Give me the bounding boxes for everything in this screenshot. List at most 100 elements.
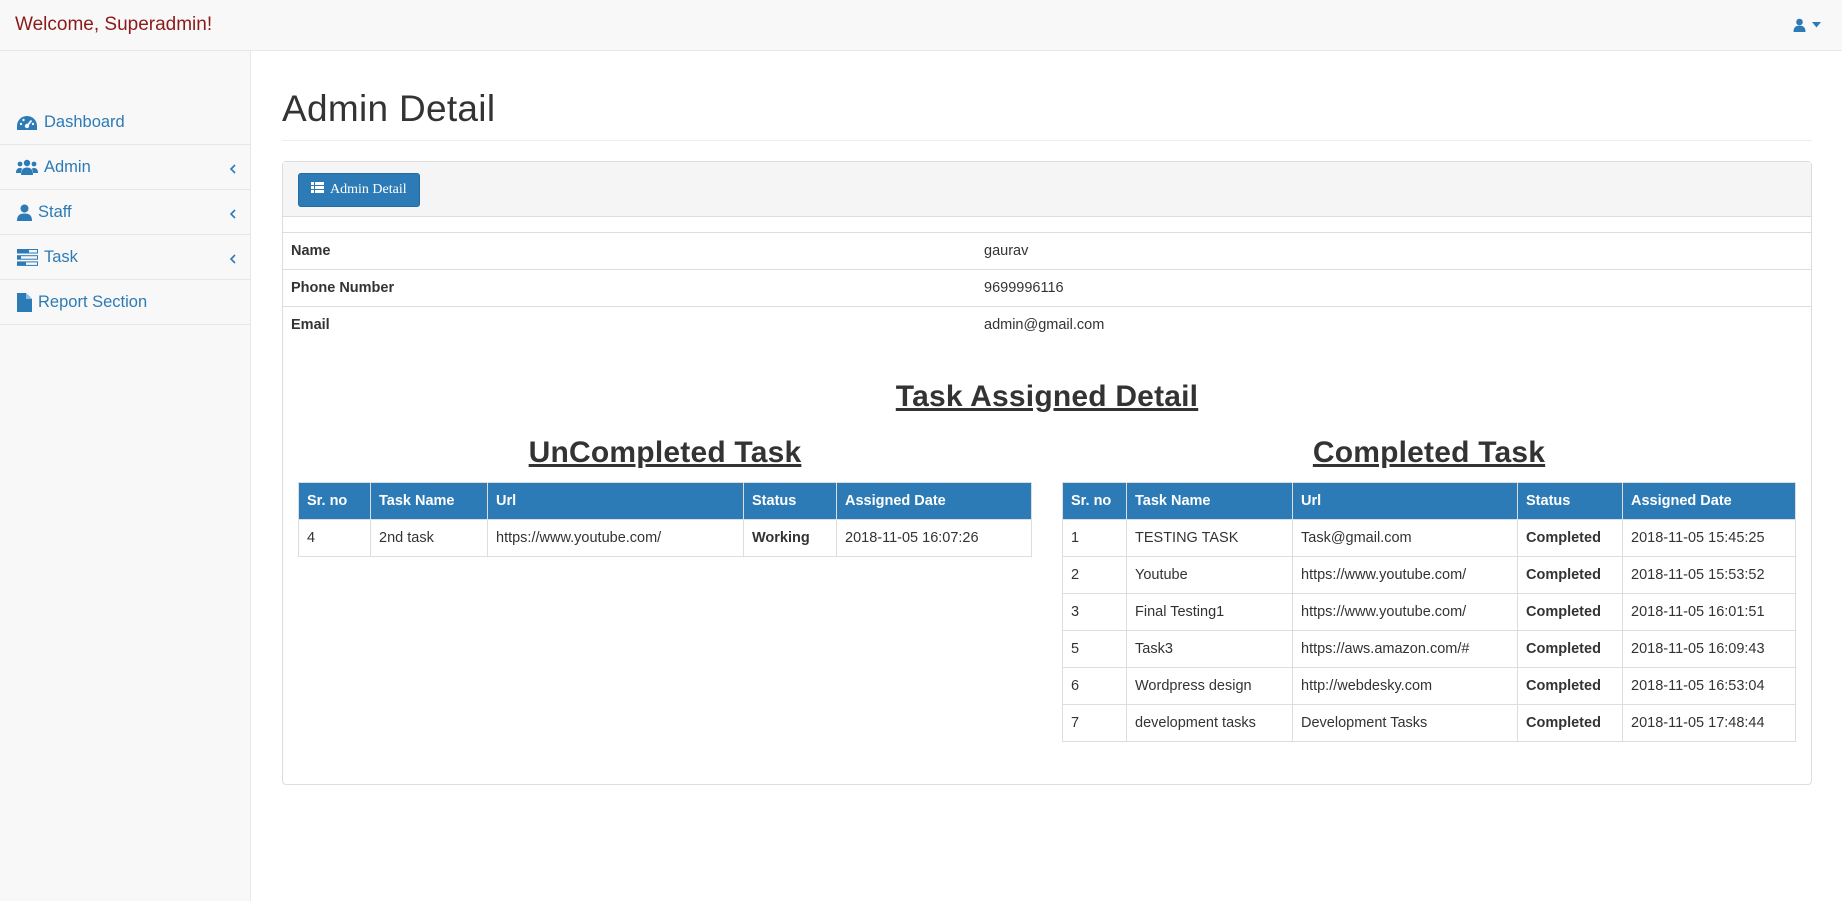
table-row: 3 Final Testing1 https://www.youtube.com… [1062,592,1796,631]
column-header: Assigned Date [836,481,1032,520]
sidebar-item-report-section[interactable]: Report Section [0,280,250,325]
cell-status: Completed [1517,592,1623,631]
main-content: Admin Detail Admin Detail Name gaurav Ph… [282,51,1812,785]
column-header: Status [743,481,837,520]
sidebar: Dashboard Admin Staff Task Report Sectio… [0,51,251,901]
chevron-left-icon [229,160,236,179]
cell-sr-no: 4 [298,518,371,557]
users-icon [15,159,39,175]
admin-detail-panel: Admin Detail Name gaurav Phone Number 96… [282,161,1812,785]
table-row: Phone Number 9699996116 [283,269,1811,307]
cell-status: Completed [1517,629,1623,668]
completed-column: Completed Task Sr. no Task Name Url Stat… [1062,436,1796,742]
cell-status: Completed [1517,555,1623,594]
task-assigned-title: Task Assigned Detail [895,379,1199,413]
task-columns: UnCompleted Task Sr. no Task Name Url St… [283,436,1811,742]
cell-task-name: TESTING TASK [1126,518,1293,557]
table-row: 2 Youtube https://www.youtube.com/ Compl… [1062,555,1796,594]
admin-detail-button[interactable]: Admin Detail [298,173,420,207]
sidebar-item-task[interactable]: Task [0,235,250,280]
table-row: 5 Task3 https://aws.amazon.com/# Complet… [1062,629,1796,668]
info-value: gaurav [976,232,1811,270]
cell-assigned-date: 2018-11-05 16:01:51 [1622,592,1796,631]
cell-assigned-date: 2018-11-05 15:45:25 [1622,518,1796,557]
column-header: Sr. no [298,481,371,520]
file-icon [15,292,33,312]
cell-task-name: Wordpress design [1126,666,1293,705]
cell-task-name: 2nd task [370,518,488,557]
table-row: 4 2nd task https://www.youtube.com/ Work… [298,518,1032,557]
sidebar-item-admin[interactable]: Admin [0,145,250,190]
uncompleted-table: Sr. no Task Name Url Status Assigned Dat… [298,481,1032,557]
table-row: Name gaurav [283,232,1811,270]
column-header: Url [1292,481,1518,520]
sidebar-item-label: Staff [38,202,72,221]
cell-assigned-date: 2018-11-05 17:48:44 [1622,703,1796,742]
cell-status: Completed [1517,666,1623,705]
table-row: Email admin@gmail.com [283,306,1811,344]
table-header-row: Sr. no Task Name Url Status Assigned Dat… [298,481,1032,520]
completed-title: Completed Task [1312,435,1546,469]
cell-sr-no: 3 [1062,592,1127,631]
cell-url: https://aws.amazon.com/# [1292,629,1518,668]
admin-info-table: Name gaurav Phone Number 9699996116 Emai… [283,232,1811,344]
cell-status: Working [743,518,837,557]
caret-down-icon [1812,22,1821,28]
chevron-left-icon [229,205,236,224]
cell-url: http://webdesky.com [1292,666,1518,705]
page-header: Admin Detail [282,88,1812,141]
sidebar-item-label: Admin [44,157,91,176]
info-value: 9699996116 [976,269,1811,307]
completed-table: Sr. no Task Name Url Status Assigned Dat… [1062,481,1796,742]
info-value: admin@gmail.com [976,306,1811,344]
tasks-icon [15,248,39,266]
sidebar-item-label: Task [44,247,78,266]
cell-task-name: development tasks [1126,703,1293,742]
table-header-row: Sr. no Task Name Url Status Assigned Dat… [1062,481,1796,520]
table-row: 6 Wordpress design http://webdesky.com C… [1062,666,1796,705]
top-navbar: Welcome, Superadmin! [0,0,1842,51]
page-title: Admin Detail [282,88,496,129]
cell-url: Development Tasks [1292,703,1518,742]
dashboard-icon [15,115,39,131]
cell-url: https://www.youtube.com/ [1292,555,1518,594]
cell-status: Completed [1517,518,1623,557]
cell-task-name: Task3 [1126,629,1293,668]
cell-assigned-date: 2018-11-05 16:09:43 [1622,629,1796,668]
uncompleted-column: UnCompleted Task Sr. no Task Name Url St… [298,436,1032,742]
cell-sr-no: 5 [1062,629,1127,668]
column-header: Status [1517,481,1623,520]
sidebar-item-label: Report Section [38,292,148,311]
info-key: Email [283,306,976,344]
column-header: Url [487,481,744,520]
cell-task-name: Final Testing1 [1126,592,1293,631]
cell-sr-no: 1 [1062,518,1127,557]
column-header: Task Name [1126,481,1293,520]
cell-assigned-date: 2018-11-05 15:53:52 [1622,555,1796,594]
chevron-left-icon [229,250,236,269]
cell-sr-no: 7 [1062,703,1127,742]
sidebar-item-label: Dashboard [44,113,125,131]
welcome-text: Welcome, Superadmin! [15,14,213,35]
admin-detail-button-label: Admin Detail [330,182,407,197]
sidebar-item-staff[interactable]: Staff [0,190,250,235]
user-icon [1793,18,1806,32]
cell-assigned-date: 2018-11-05 16:53:04 [1622,666,1796,705]
cell-task-name: Youtube [1126,555,1293,594]
panel-heading: Admin Detail [283,162,1811,217]
cell-url: https://www.youtube.com/ [1292,592,1518,631]
cell-assigned-date: 2018-11-05 16:07:26 [836,518,1032,557]
user-menu-toggle[interactable] [1793,18,1821,32]
uncompleted-title: UnCompleted Task [528,435,802,469]
table-row: 1 TESTING TASK Task@gmail.com Completed … [1062,518,1796,557]
cell-url: https://www.youtube.com/ [487,518,744,557]
column-header: Sr. no [1062,481,1127,520]
column-header: Task Name [370,481,488,520]
info-key: Name [283,232,976,270]
table-row: 7 development tasks Development Tasks Co… [1062,703,1796,742]
cell-sr-no: 6 [1062,666,1127,705]
user-icon [15,204,33,221]
cell-url: Task@gmail.com [1292,518,1518,557]
cell-sr-no: 2 [1062,555,1127,594]
sidebar-item-dashboard[interactable]: Dashboard [0,101,250,145]
